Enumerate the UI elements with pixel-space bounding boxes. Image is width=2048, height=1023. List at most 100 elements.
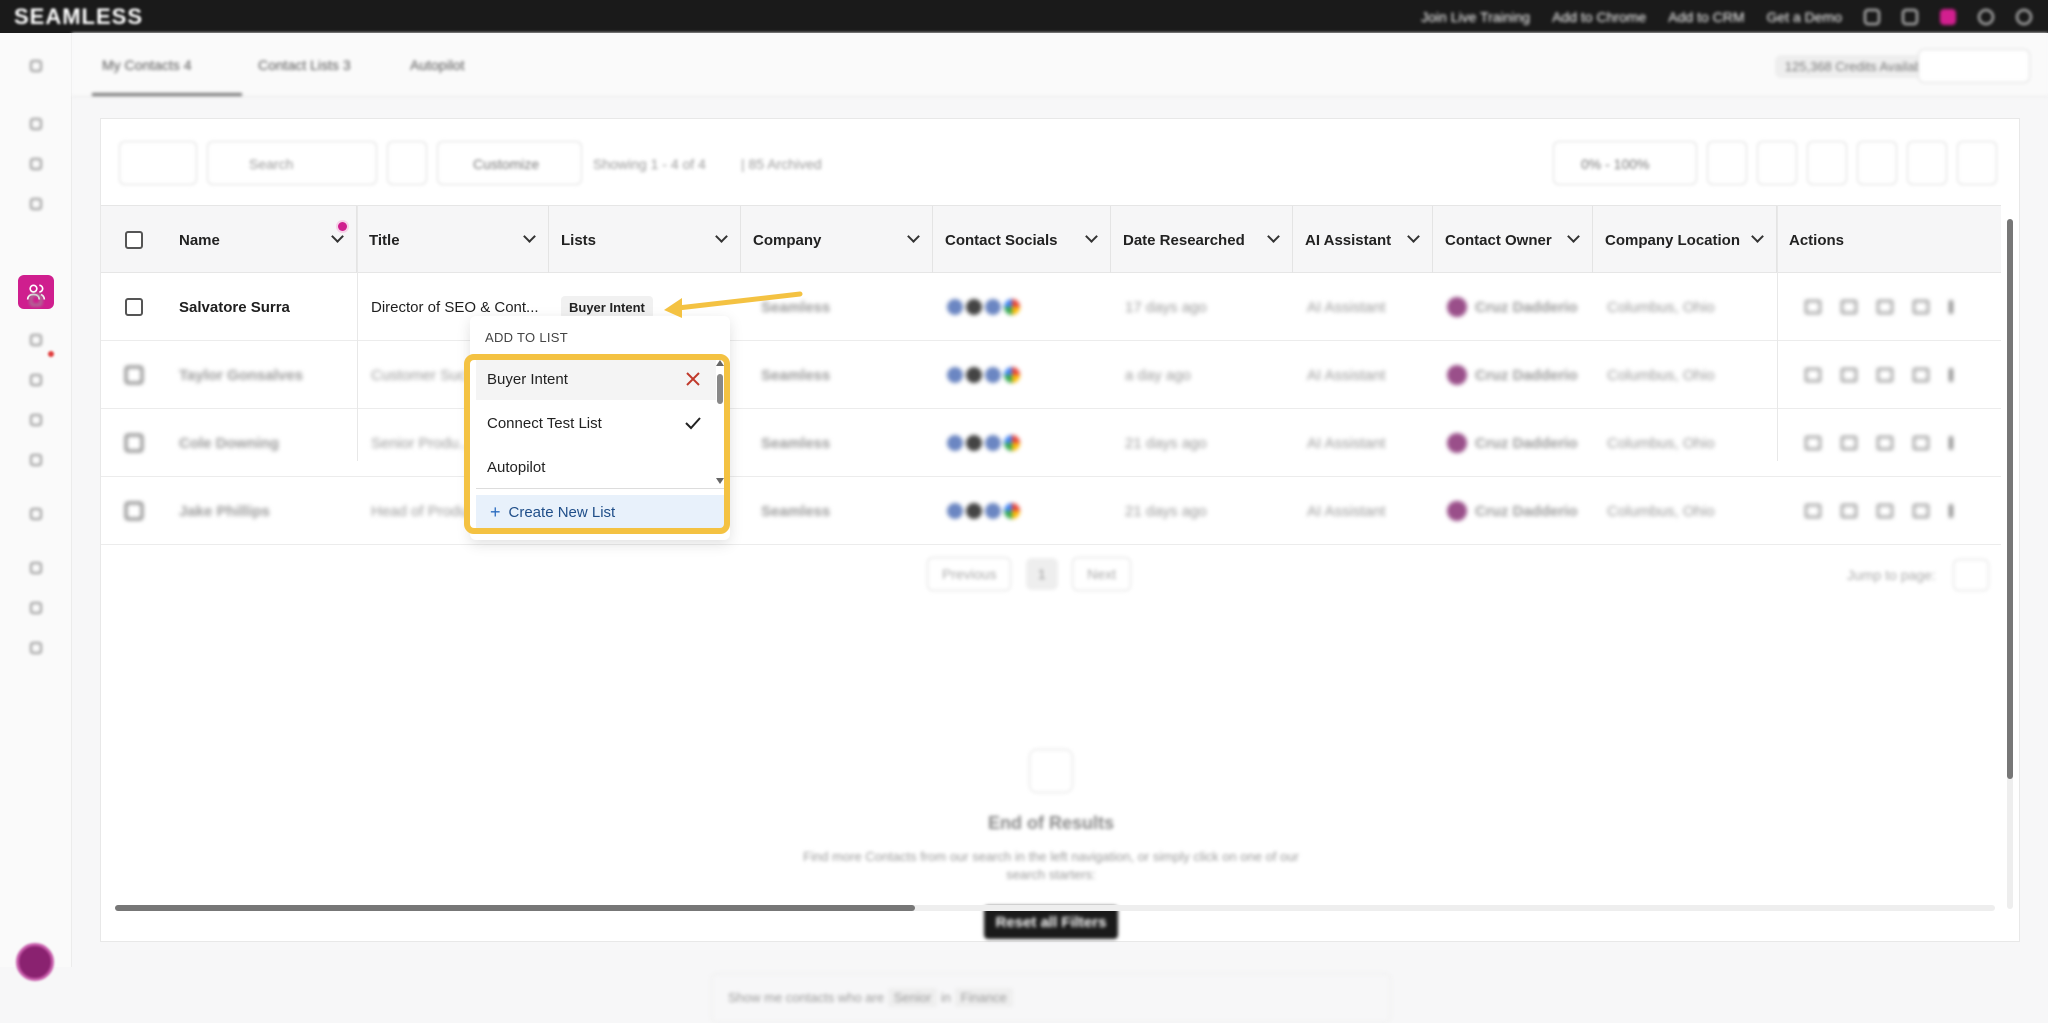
search-starter[interactable]: Show me contacts who are Senior in Finan… bbox=[711, 973, 1391, 1023]
page-nav-buttons[interactable] bbox=[119, 141, 197, 185]
table-row[interactable]: Salvatore Surra Director of SEO & Cont..… bbox=[101, 273, 2001, 341]
tab-my-contacts[interactable]: My Contacts 4 bbox=[102, 57, 192, 73]
manage-list-button[interactable] bbox=[1918, 49, 2030, 83]
call-button[interactable] bbox=[1807, 141, 1847, 185]
previous-button[interactable]: Previous bbox=[927, 557, 1012, 591]
more-button[interactable] bbox=[1957, 141, 1997, 185]
col-contact-owner[interactable]: Contact Owner bbox=[1433, 206, 1593, 274]
contact-owner: Cruz Dadderio bbox=[1447, 477, 1578, 545]
send-icon[interactable] bbox=[27, 195, 45, 213]
chevron-down-icon[interactable] bbox=[1751, 230, 1764, 243]
company-name[interactable]: Seamless bbox=[761, 477, 830, 545]
tab-autopilot[interactable]: Autopilot bbox=[410, 57, 464, 73]
analytics-icon[interactable] bbox=[27, 505, 45, 523]
user-avatar[interactable] bbox=[16, 943, 54, 981]
tab-contact-lists[interactable]: Contact Lists 3 bbox=[258, 57, 351, 73]
contacts-panel: Search Customize Showing 1 - 4 of 4 | 85… bbox=[100, 118, 2020, 1023]
col-title[interactable]: Title bbox=[357, 206, 549, 274]
table-header: Name Title Lists Company Contact Socials… bbox=[101, 205, 2001, 274]
add-to-crm-link[interactable]: Add to CRM bbox=[1668, 9, 1744, 25]
chevron-down-icon[interactable] bbox=[523, 230, 536, 243]
row-actions[interactable] bbox=[1805, 409, 1953, 477]
contact-name[interactable]: Cole Downing bbox=[179, 409, 279, 477]
table-icon[interactable] bbox=[27, 559, 45, 577]
search-icon[interactable] bbox=[27, 115, 45, 133]
table-row[interactable]: Jake Phillips Head of Produ... Seamless … bbox=[101, 477, 2001, 545]
lists-icon[interactable] bbox=[27, 291, 45, 309]
apps-icon[interactable] bbox=[27, 451, 45, 469]
social-icons[interactable] bbox=[947, 273, 1020, 341]
company-location: Columbus, Ohio bbox=[1607, 366, 1715, 384]
select-all-checkbox[interactable] bbox=[125, 231, 143, 249]
contact-owner: Cruz Dadderio bbox=[1447, 273, 1578, 341]
documents-icon[interactable] bbox=[27, 331, 45, 349]
next-button[interactable]: Next bbox=[1072, 557, 1131, 591]
row-checkbox[interactable] bbox=[125, 502, 143, 520]
settings-icon[interactable] bbox=[2016, 8, 2032, 25]
collapse-icon[interactable] bbox=[27, 57, 45, 75]
highlight-frame bbox=[464, 354, 730, 534]
contact-name[interactable]: Salvatore Surra bbox=[179, 273, 290, 341]
add-contact-button[interactable] bbox=[1707, 141, 1747, 185]
horizontal-scrollbar[interactable] bbox=[115, 905, 1995, 911]
tag-button[interactable] bbox=[1907, 141, 1947, 185]
send-button[interactable] bbox=[1857, 141, 1897, 185]
col-company-location[interactable]: Company Location bbox=[1593, 206, 1777, 274]
brand-logo[interactable]: SEAMLESS bbox=[14, 4, 143, 30]
gift-icon[interactable] bbox=[1902, 8, 1918, 25]
help-icon[interactable] bbox=[1978, 8, 1994, 25]
ai-assistant[interactable]: AI Assistant bbox=[1307, 341, 1385, 409]
chevron-down-icon[interactable] bbox=[1267, 230, 1280, 243]
join-training-link[interactable]: Join Live Training bbox=[1421, 9, 1530, 25]
row-checkbox[interactable] bbox=[125, 366, 143, 384]
ai-assistant[interactable]: AI Assistant bbox=[1307, 273, 1385, 341]
notifications-icon[interactable] bbox=[1940, 8, 1956, 25]
table-row[interactable]: Taylor Gonsalves Customer Suc... Seamles… bbox=[101, 341, 2001, 409]
top-nav: Join Live Training Add to Chrome Add to … bbox=[1421, 0, 2032, 33]
add-to-chrome-link[interactable]: Add to Chrome bbox=[1552, 9, 1646, 25]
row-actions[interactable] bbox=[1805, 273, 1953, 341]
chat-icon[interactable] bbox=[1864, 8, 1880, 25]
col-date-researched[interactable]: Date Researched bbox=[1111, 206, 1293, 274]
chevron-down-icon[interactable] bbox=[715, 230, 728, 243]
chevron-down-icon[interactable] bbox=[1407, 230, 1420, 243]
row-checkbox[interactable] bbox=[125, 298, 143, 316]
filter-button[interactable] bbox=[387, 141, 427, 185]
social-icons[interactable] bbox=[947, 477, 1020, 545]
company-name[interactable]: Seamless bbox=[761, 409, 830, 477]
row-actions[interactable] bbox=[1805, 477, 1953, 545]
chevron-down-icon[interactable] bbox=[907, 230, 920, 243]
page-number[interactable]: 1 bbox=[1025, 558, 1058, 590]
row-checkbox[interactable] bbox=[125, 434, 143, 452]
companies-icon[interactable] bbox=[27, 155, 45, 173]
table-row[interactable]: Cole Downing Senior Produ... Seamless 21… bbox=[101, 409, 2001, 477]
row-actions[interactable] bbox=[1805, 341, 1953, 409]
col-contact-socials[interactable]: Contact Socials bbox=[933, 206, 1111, 274]
alert-dot bbox=[48, 351, 54, 357]
tools-icon[interactable] bbox=[27, 639, 45, 657]
chevron-down-icon[interactable] bbox=[1567, 230, 1580, 243]
col-name[interactable]: Name bbox=[167, 206, 357, 274]
company-name[interactable]: Seamless bbox=[761, 341, 830, 409]
chevron-down-icon[interactable] bbox=[1085, 230, 1098, 243]
ai-assistant[interactable]: AI Assistant bbox=[1307, 409, 1385, 477]
integrations-icon[interactable] bbox=[27, 411, 45, 429]
col-lists[interactable]: Lists bbox=[549, 206, 741, 274]
col-company[interactable]: Company bbox=[741, 206, 933, 274]
contact-name[interactable]: Taylor Gonsalves bbox=[179, 341, 303, 409]
social-icons[interactable] bbox=[947, 409, 1020, 477]
email-button[interactable] bbox=[1757, 141, 1797, 185]
jump-to-page-input[interactable] bbox=[1953, 559, 1989, 591]
chevron-down-icon[interactable] bbox=[331, 230, 344, 243]
ai-assistant[interactable]: AI Assistant bbox=[1307, 477, 1385, 545]
get-demo-link[interactable]: Get a Demo bbox=[1767, 9, 1842, 25]
col-ai-assistant[interactable]: AI Assistant bbox=[1293, 206, 1433, 274]
search-placeholder: Search bbox=[249, 156, 294, 172]
company-location: Columbus, Ohio bbox=[1607, 298, 1715, 316]
social-icons[interactable] bbox=[947, 341, 1020, 409]
archived-count[interactable]: | 85 Archived bbox=[741, 156, 822, 172]
autopilot-icon[interactable] bbox=[27, 371, 45, 389]
grid-icon[interactable] bbox=[27, 599, 45, 617]
vertical-scrollbar[interactable] bbox=[2007, 219, 2013, 909]
contact-name[interactable]: Jake Phillips bbox=[179, 477, 270, 545]
